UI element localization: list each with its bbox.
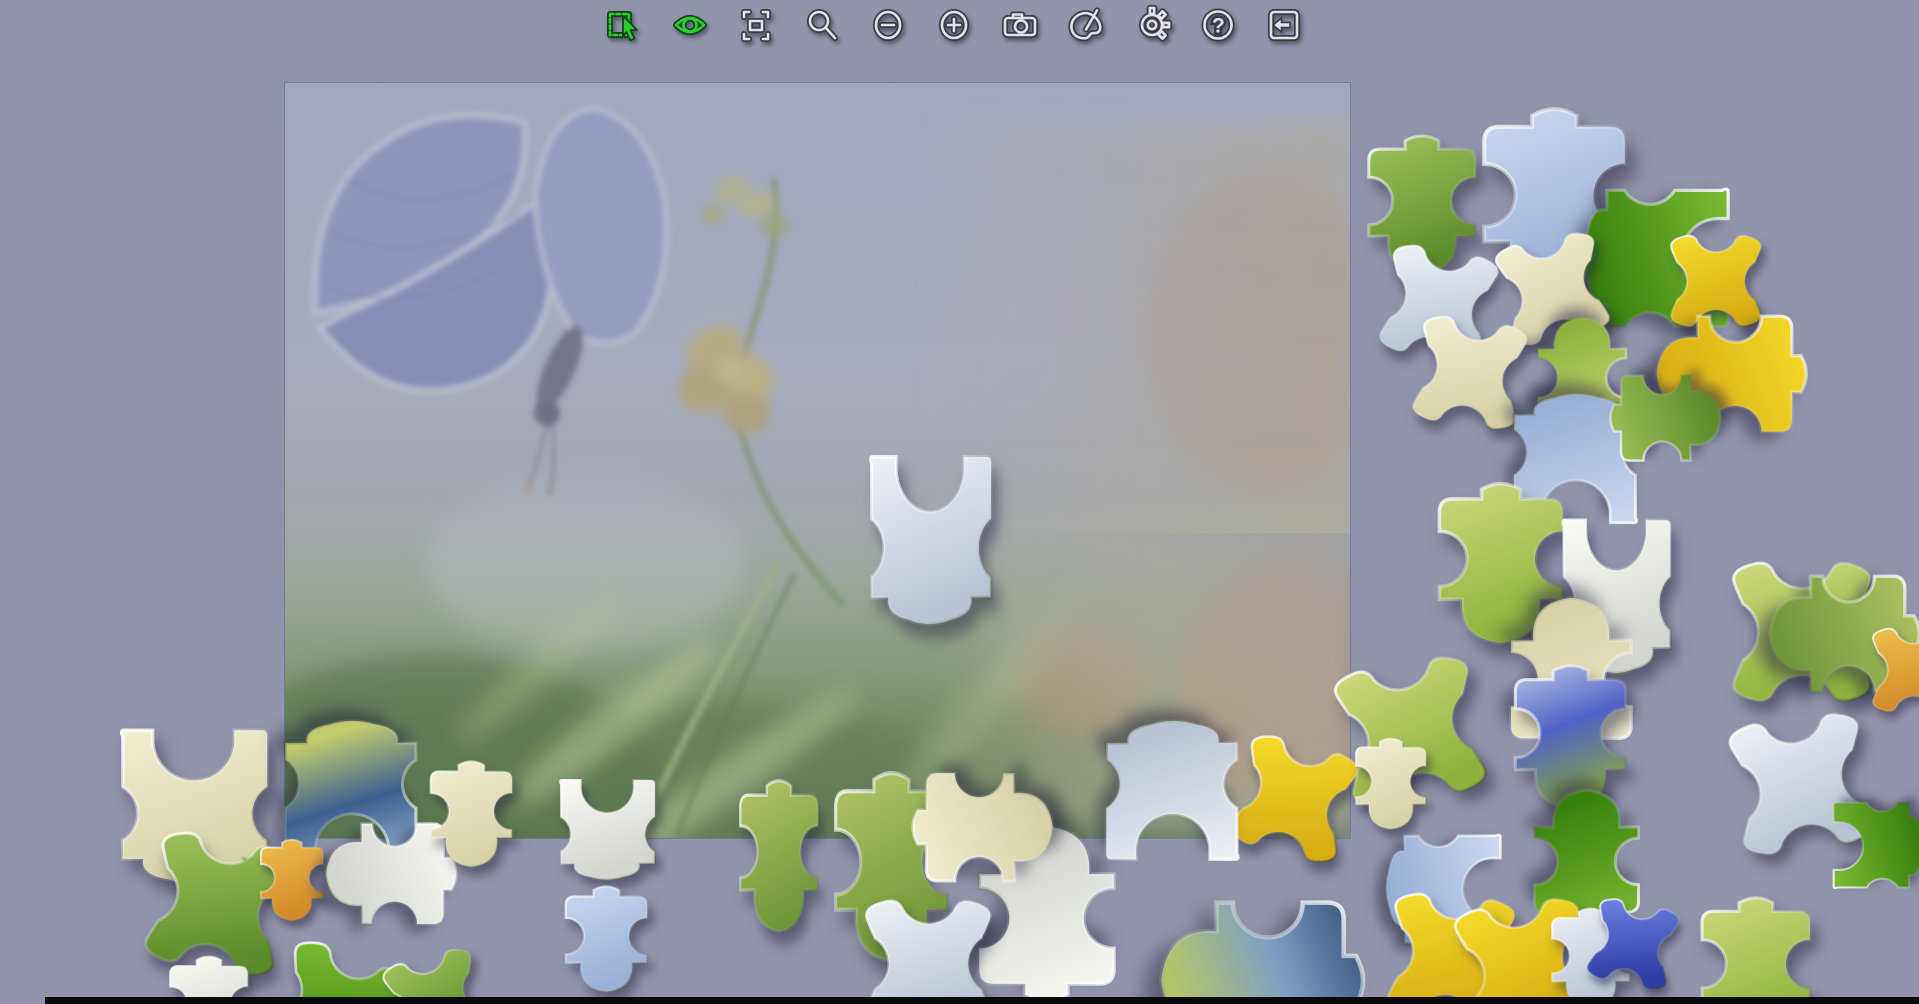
select-tool-button[interactable] [604,5,644,45]
preview-tool-button[interactable] [670,5,710,45]
puzzle-piece[interactable] [381,946,491,1004]
puzzle-piece[interactable] [1834,803,1919,888]
bottom-screen-edge [45,997,1919,1004]
puzzle-piece[interactable] [1106,721,1238,859]
toolbar [604,5,1304,45]
snapshot-button[interactable] [1000,5,1040,45]
puzzle-piece[interactable] [1702,898,1810,1004]
appearance-button[interactable] [1066,5,1106,45]
help-button[interactable] [1198,5,1238,45]
zoom-out-button[interactable] [868,5,908,45]
puzzle-piece[interactable] [1728,711,1874,857]
puzzle-piece[interactable] [566,886,647,991]
arrange-tool-button[interactable] [736,5,776,45]
puzzle-piece[interactable] [740,781,818,932]
exit-button[interactable] [1264,5,1304,45]
zoom-in-button[interactable] [934,5,974,45]
settings-button[interactable] [1132,5,1172,45]
app-window: ? ? [0,0,1919,1004]
puzzle-piece[interactable] [285,721,417,859]
magnify-tool-button[interactable] [802,5,842,45]
puzzle-piece[interactable] [1161,903,1363,1004]
